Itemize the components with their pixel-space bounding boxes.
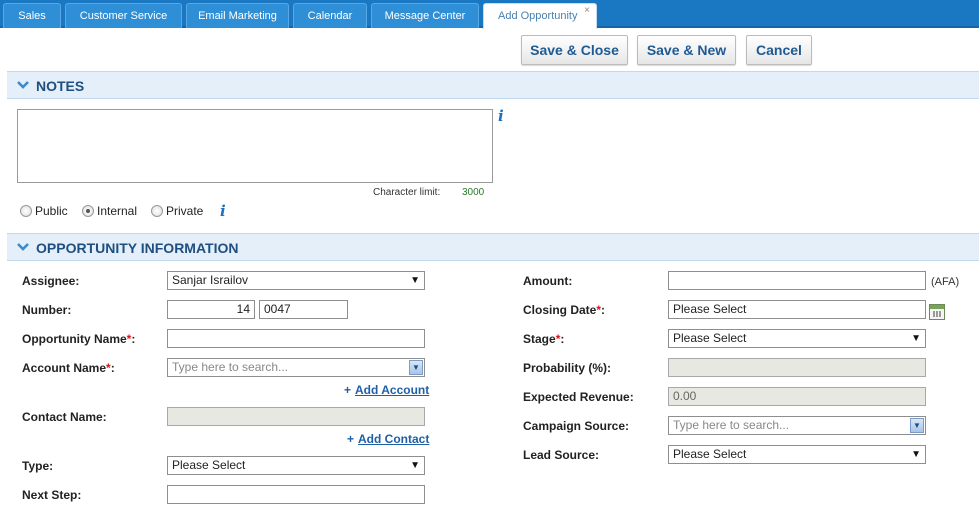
- tab-label: Email Marketing: [198, 10, 277, 22]
- add-contact-link[interactable]: + Add Contact: [347, 432, 429, 446]
- contact-name-field: [167, 407, 425, 426]
- char-limit-value: 3000: [462, 187, 485, 198]
- dropdown-arrow-icon: ▼: [410, 460, 420, 471]
- char-limit-label: Character limit:: [373, 187, 441, 198]
- number-field[interactable]: 0047: [259, 300, 348, 319]
- chevron-down-icon: [16, 241, 30, 253]
- notes-textarea[interactable]: [17, 109, 493, 183]
- notes-section-header[interactable]: NOTES: [7, 71, 979, 99]
- currency-unit: (AFA): [931, 276, 960, 288]
- next-step-label: Next Step:: [22, 488, 82, 502]
- close-icon[interactable]: ×: [584, 0, 590, 23]
- number-label: Number:: [22, 303, 72, 317]
- expected-revenue-label: Expected Revenue:: [523, 390, 634, 404]
- lead-source-value: Please Select: [673, 447, 747, 461]
- closing-date-field[interactable]: Please Select: [668, 300, 926, 319]
- tab-sales[interactable]: Sales: [3, 3, 61, 28]
- tab-email-marketing[interactable]: Email Marketing: [186, 3, 289, 28]
- cancel-button[interactable]: Cancel: [746, 35, 812, 65]
- tab-label: Add Opportunity: [498, 10, 578, 22]
- dropdown-arrow-icon: ▼: [911, 449, 921, 460]
- number-prefix-field[interactable]: 14: [167, 300, 255, 319]
- calendar-icon[interactable]: [929, 304, 945, 320]
- tab-label: Calendar: [307, 10, 353, 22]
- contact-name-label: Contact Name:: [22, 410, 107, 424]
- tab-label: Message Center: [384, 10, 466, 22]
- account-name-label: Account Name*:: [22, 361, 115, 375]
- radio-button[interactable]: [20, 205, 32, 217]
- closing-date-label: Closing Date*:: [523, 303, 606, 317]
- opportunity-name-label: Opportunity Name*:: [22, 332, 136, 346]
- radio-label: Private: [166, 204, 204, 218]
- tab-bar: Sales Customer Service Email Marketing C…: [0, 0, 979, 29]
- stage-label: Stage*:: [523, 332, 565, 346]
- radio-button[interactable]: [151, 205, 163, 217]
- type-select[interactable]: Please Select ▼: [167, 456, 425, 475]
- assignee-label: Assignee:: [22, 274, 80, 288]
- account-placeholder: Type here to search...: [172, 360, 289, 374]
- tab-calendar[interactable]: Calendar: [293, 3, 367, 28]
- amount-label: Amount:: [523, 274, 573, 288]
- amount-field[interactable]: [668, 271, 926, 290]
- info-icon[interactable]: i: [220, 202, 226, 220]
- account-search-input[interactable]: Type here to search... ▼: [167, 358, 425, 377]
- dropdown-arrow-icon[interactable]: ▼: [409, 360, 423, 375]
- chevron-down-icon: [16, 79, 30, 91]
- radio-private[interactable]: Private: [151, 204, 203, 218]
- campaign-placeholder: Type here to search...: [673, 418, 790, 432]
- next-step-field[interactable]: [167, 485, 425, 504]
- tab-add-opportunity[interactable]: Add Opportunity ×: [483, 3, 597, 29]
- lead-source-label: Lead Source:: [523, 448, 600, 462]
- radio-internal[interactable]: Internal: [82, 204, 137, 218]
- probability-label: Probability (%):: [523, 361, 612, 375]
- dropdown-arrow-icon[interactable]: ▼: [910, 418, 924, 433]
- campaign-source-label: Campaign Source:: [523, 419, 630, 433]
- assignee-value: Sanjar Israilov: [172, 273, 249, 287]
- radio-label: Public: [35, 204, 68, 218]
- stage-select[interactable]: Please Select ▼: [668, 329, 926, 348]
- radio-label: Internal: [97, 204, 138, 218]
- stage-value: Please Select: [673, 331, 747, 345]
- opportunity-section-header[interactable]: OPPORTUNITY INFORMATION: [7, 233, 979, 261]
- campaign-search-input[interactable]: Type here to search... ▼: [668, 416, 926, 435]
- section-title: NOTES: [36, 78, 85, 94]
- add-account-link[interactable]: + Add Account: [344, 383, 429, 397]
- lead-source-select[interactable]: Please Select ▼: [668, 445, 926, 464]
- tab-label: Customer Service: [79, 10, 168, 22]
- tab-customer-service[interactable]: Customer Service: [65, 3, 182, 28]
- dropdown-arrow-icon: ▼: [911, 333, 921, 344]
- save-new-button[interactable]: Save & New: [637, 35, 736, 65]
- type-label: Type:: [22, 459, 54, 473]
- radio-button[interactable]: [82, 205, 94, 217]
- probability-field: [668, 358, 926, 377]
- section-title: OPPORTUNITY INFORMATION: [36, 240, 239, 256]
- tab-message-center[interactable]: Message Center: [371, 3, 479, 28]
- assignee-select[interactable]: Sanjar Israilov ▼: [167, 271, 425, 290]
- save-close-button[interactable]: Save & Close: [521, 35, 628, 65]
- type-value: Please Select: [172, 458, 246, 472]
- expected-revenue-field: 0.00: [668, 387, 926, 406]
- radio-public[interactable]: Public: [20, 204, 68, 218]
- dropdown-arrow-icon: ▼: [410, 275, 420, 286]
- opportunity-name-field[interactable]: [167, 329, 425, 348]
- info-icon[interactable]: i: [498, 107, 504, 125]
- tab-label: Sales: [18, 10, 46, 22]
